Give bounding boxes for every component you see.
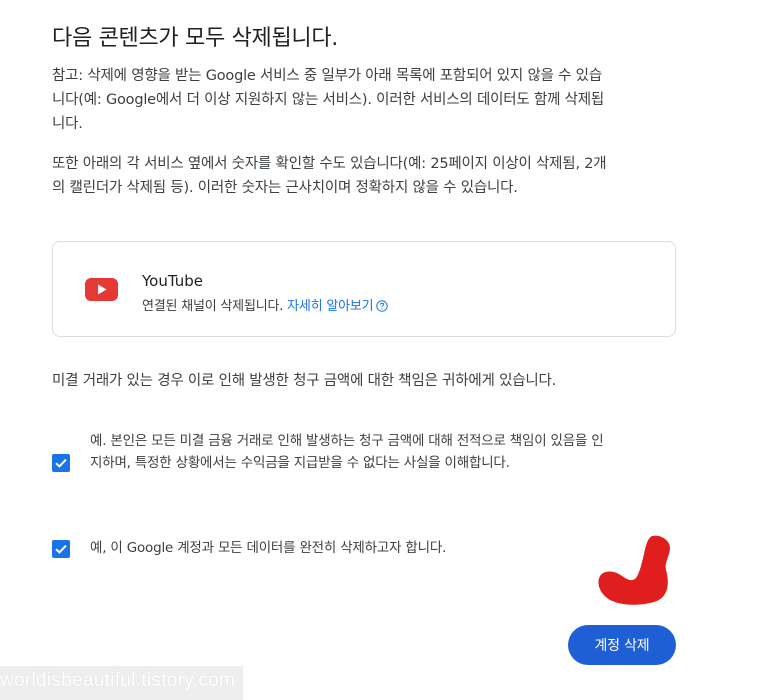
financial-responsibility-label: 예. 본인은 모든 미결 금융 거래로 인해 발생하는 청구 금액에 대해 전적… [90, 433, 604, 471]
service-description: 연결된 채널이 삭제됩니다. [142, 299, 284, 314]
financial-responsibility-checkbox-row[interactable]: 예. 본인은 모든 미결 금융 거래로 인해 발생하는 청구 금액에 대해 전적… [52, 430, 612, 496]
delete-confirm-label: 예, 이 Google 계정과 모든 데이터를 완전히 삭제하고자 합니다. [90, 540, 447, 556]
watermark-text: worldisbeautiful.tistory.com [0, 670, 236, 691]
service-description-line: 연결된 채널이 삭제됩니다. 자세히 알아보기 [142, 295, 389, 316]
page-title: 다음 콘텐츠가 모두 삭제됩니다. [52, 26, 338, 51]
financial-responsibility-checkbox[interactable] [52, 454, 70, 472]
watermark: worldisbeautiful.tistory.com [0, 666, 243, 700]
note-paragraph: 참고: 삭제에 영향을 받는 Google 서비스 중 일부가 아래 목록에 포… [52, 68, 605, 132]
hand-drawn-pointer-annotation [598, 535, 670, 605]
learn-more-link[interactable]: 자세히 알아보기 [287, 299, 373, 314]
youtube-icon [85, 278, 118, 301]
counts-paragraph: 또한 아래의 각 서비스 옆에서 숫자를 확인할 수도 있습니다(예: 25페이… [52, 156, 607, 196]
service-name: YouTube [142, 272, 203, 290]
service-card-youtube: YouTube 연결된 채널이 삭제됩니다. 자세히 알아보기 [52, 241, 676, 337]
help-icon[interactable] [376, 300, 389, 316]
delete-account-button[interactable]: 계정 삭제 [568, 625, 676, 665]
delete-confirm-checkbox[interactable] [52, 540, 70, 558]
delete-confirm-checkbox-row[interactable]: 예, 이 Google 계정과 모든 데이터를 완전히 삭제하고자 합니다. [52, 536, 612, 562]
liability-paragraph: 미결 거래가 있는 경우 이로 인해 발생한 청구 금액에 대한 책임은 귀하에… [52, 373, 557, 389]
